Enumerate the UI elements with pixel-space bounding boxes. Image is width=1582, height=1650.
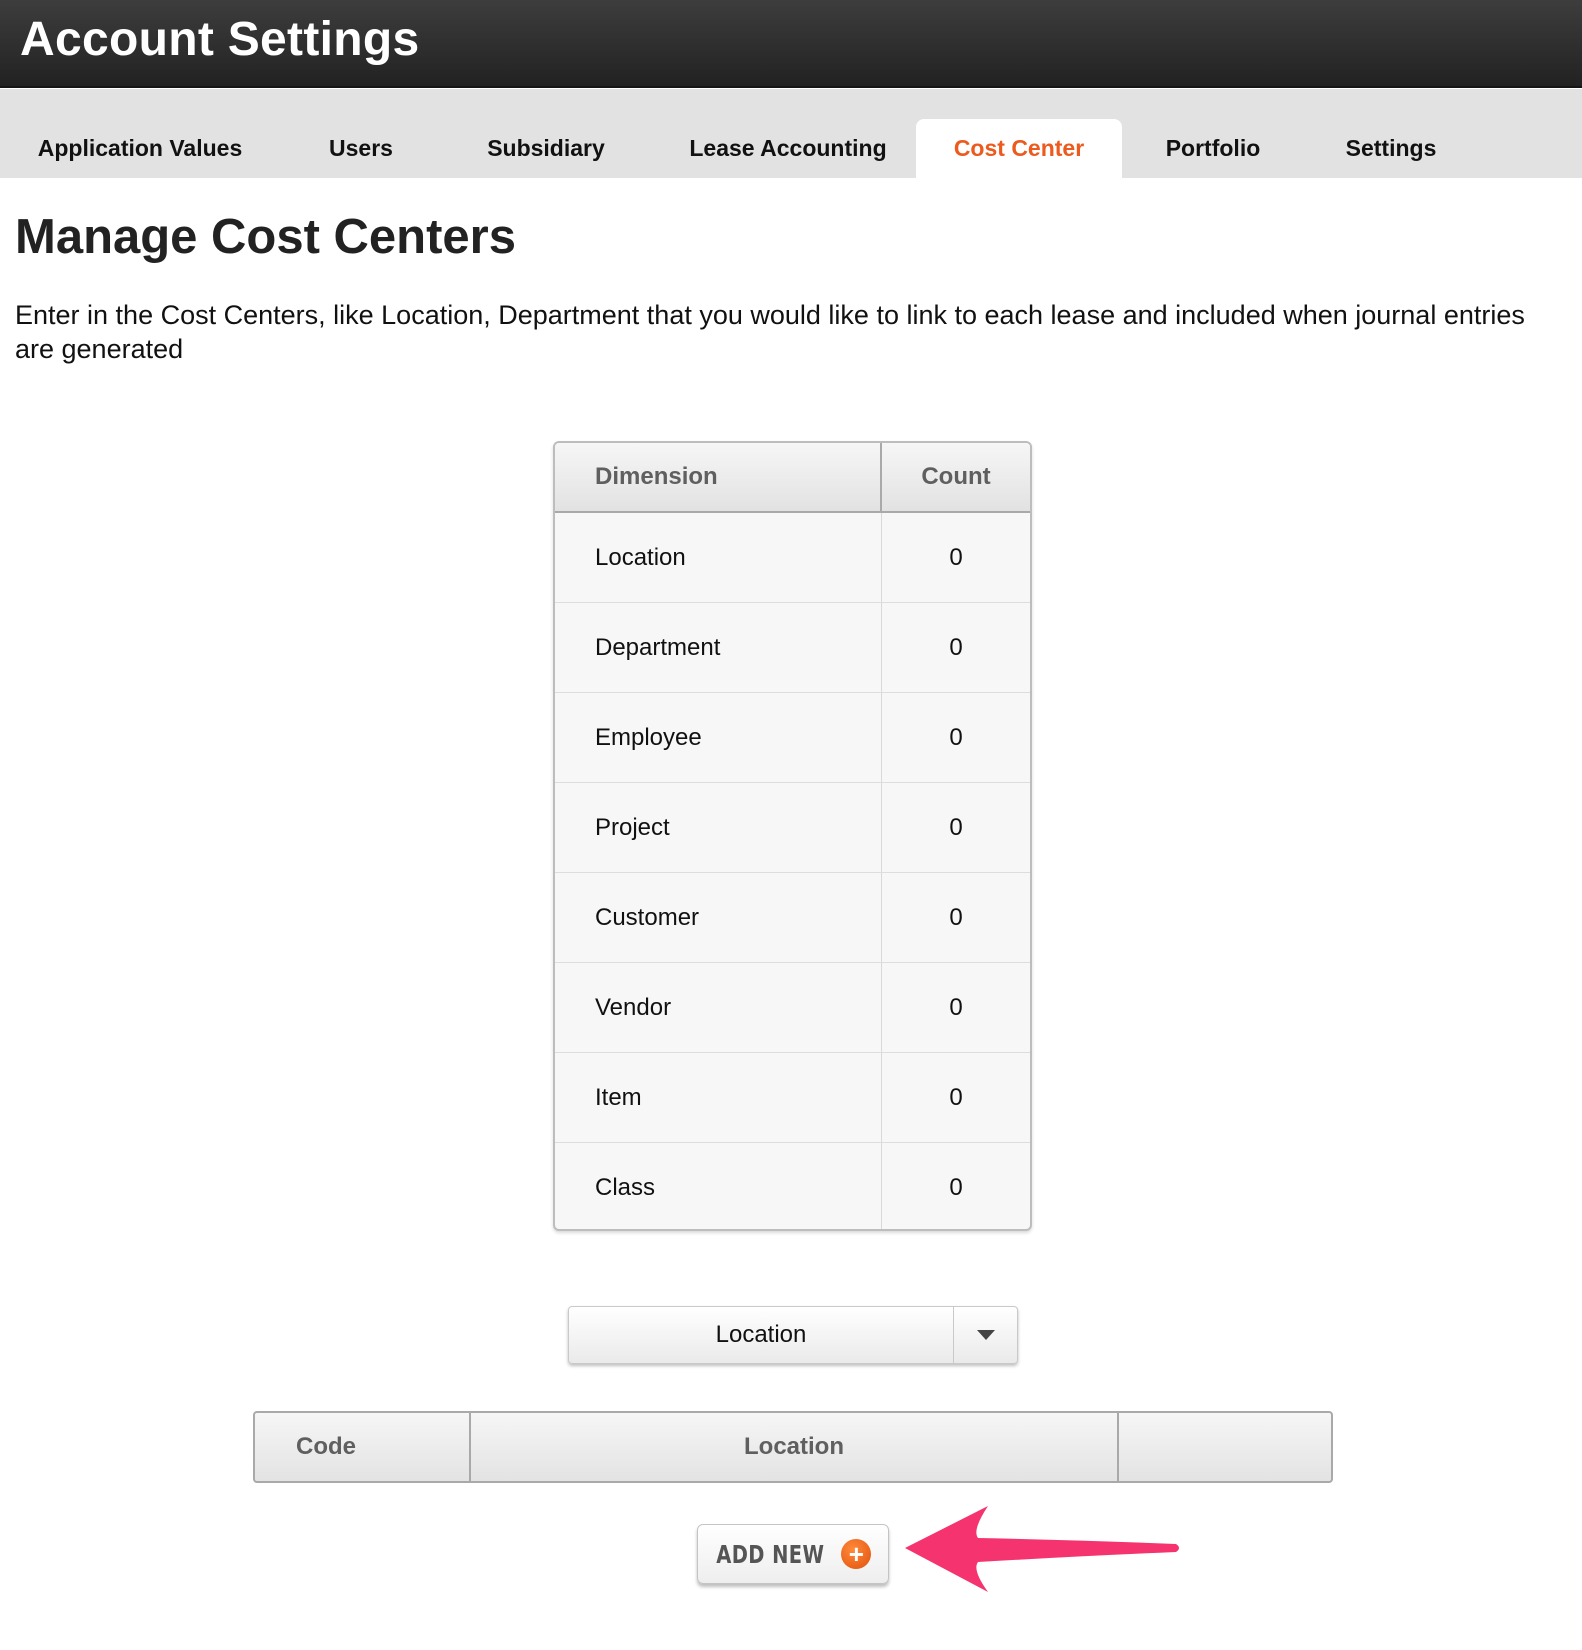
- page-description: Enter in the Cost Centers, like Location…: [15, 300, 1525, 364]
- chevron-down-icon: [976, 1330, 995, 1340]
- tab-lease-accounting[interactable]: Lease Accounting: [668, 119, 908, 178]
- dimension-name: Location: [595, 543, 686, 571]
- dimension-name: Department: [595, 633, 721, 661]
- column-header-actions: [1119, 1413, 1331, 1481]
- dimension-count: 0: [949, 993, 963, 1021]
- column-header-dimension[interactable]: Dimension: [595, 463, 718, 491]
- dimension-name: Item: [595, 1083, 642, 1111]
- plus-circle-icon: +: [841, 1539, 872, 1569]
- tab-subsidiary[interactable]: Subsidiary: [466, 119, 626, 178]
- dimension-count: 0: [949, 903, 963, 931]
- column-header-count[interactable]: Count: [921, 463, 990, 491]
- dimension-name: Project: [595, 813, 670, 841]
- add-new-button[interactable]: ADD NEW +: [697, 1524, 889, 1584]
- table-row[interactable]: Department 0: [555, 603, 1030, 693]
- tab-users[interactable]: Users: [300, 119, 422, 178]
- dimension-select[interactable]: Location: [568, 1306, 1018, 1364]
- dimension-select-value: Location: [715, 1321, 807, 1348]
- column-header-location[interactable]: Location: [471, 1413, 1119, 1481]
- code-table-header: Code Location: [253, 1411, 1333, 1483]
- table-row[interactable]: Customer 0: [555, 873, 1030, 963]
- add-new-label: ADD NEW: [715, 1539, 825, 1569]
- dimension-table: Dimension Count Location 0 Department 0 …: [553, 441, 1032, 1231]
- dimension-name: Employee: [595, 723, 702, 751]
- app-header: Account Settings: [0, 0, 1582, 88]
- table-header: Dimension Count: [555, 443, 1030, 513]
- arrow-left-icon: [905, 1506, 1179, 1592]
- tab-bar: Application Values Users Subsidiary Leas…: [0, 89, 1582, 178]
- table-row[interactable]: Vendor 0: [555, 963, 1030, 1053]
- tab-cost-center[interactable]: Cost Center: [916, 119, 1122, 178]
- dropdown-toggle-button[interactable]: [953, 1307, 1017, 1363]
- table-row[interactable]: Class 0: [555, 1143, 1030, 1229]
- dimension-count: 0: [949, 1083, 963, 1111]
- tab-settings[interactable]: Settings: [1330, 119, 1452, 178]
- tab-application-values[interactable]: Application Values: [23, 119, 257, 178]
- tab-portfolio[interactable]: Portfolio: [1148, 119, 1278, 178]
- table-row[interactable]: Project 0: [555, 783, 1030, 873]
- table-row[interactable]: Location 0: [555, 513, 1030, 603]
- app-title: Account Settings: [20, 13, 420, 66]
- table-row[interactable]: Item 0: [555, 1053, 1030, 1143]
- dimension-count: 0: [949, 1174, 963, 1201]
- dimension-count: 0: [949, 633, 963, 661]
- dimension-name: Class: [595, 1174, 656, 1201]
- column-header-code[interactable]: Code: [255, 1413, 471, 1481]
- dimension-name: Vendor: [595, 993, 672, 1021]
- dimension-name: Customer: [595, 903, 700, 931]
- dimension-count: 0: [949, 723, 963, 751]
- page-title: Manage Cost Centers: [15, 210, 517, 264]
- dimension-count: 0: [949, 543, 963, 571]
- table-row[interactable]: Employee 0: [555, 693, 1030, 783]
- dimension-count: 0: [949, 813, 963, 841]
